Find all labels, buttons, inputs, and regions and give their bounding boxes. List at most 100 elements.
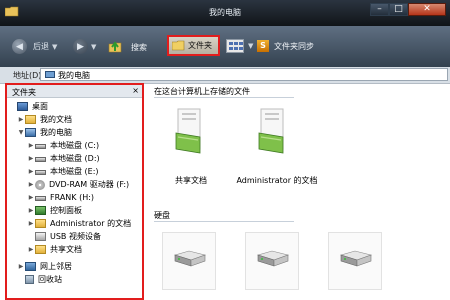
hard-drive-icon xyxy=(173,250,207,267)
tree-item-label: FRANK (H:) xyxy=(50,193,95,202)
tree-item-label: DVD-RAM 驱动器 (F:) xyxy=(49,180,130,189)
computer-icon xyxy=(45,71,55,78)
hard-disk-c[interactable] xyxy=(162,232,216,290)
tree-item-label: USB 视频设备 xyxy=(50,232,101,241)
tree-item-label: 网上邻居 xyxy=(40,262,72,271)
expand-icon[interactable]: ▶ xyxy=(27,155,35,162)
search-label: 搜索 xyxy=(131,43,147,52)
section-divider xyxy=(154,97,294,98)
close-icon[interactable]: × xyxy=(132,86,139,95)
maximize-button[interactable]: □ xyxy=(389,3,408,16)
expand-icon[interactable]: ▶ xyxy=(27,220,35,227)
hard-drive-icon xyxy=(35,144,46,149)
back-button[interactable]: ◀ 后退 ▼ xyxy=(12,39,57,54)
search-button[interactable]: 搜索 xyxy=(131,42,147,53)
expand-icon[interactable]: ▶ xyxy=(27,207,35,214)
views-button[interactable] xyxy=(226,39,244,53)
minimize-button[interactable]: – xyxy=(370,3,389,16)
tree-item-my-documents[interactable]: ▶ 我的文档 xyxy=(17,113,72,126)
hard-drive-icon xyxy=(339,250,373,267)
tree-item-label: 本地磁盘 (D:) xyxy=(50,154,100,163)
shared-folder-icon xyxy=(35,245,46,254)
folders-pane: 文件夹 × 桌面 ▶ 我的文档 ▼ 我的电脑 ▶ 本地磁盘 (C:) ▶ 本地磁… xyxy=(5,83,144,300)
maximize-icon: □ xyxy=(394,4,403,14)
forward-button[interactable]: ▶ ▼ xyxy=(73,39,96,54)
tree-item-desktop[interactable]: 桌面 xyxy=(9,100,48,113)
hard-drive-icon xyxy=(256,250,290,267)
shared-documents-folder-icon[interactable] xyxy=(170,107,210,155)
tree-item-label: 桌面 xyxy=(32,102,48,111)
folders-label: 文件夹 xyxy=(188,41,212,50)
tree-item-dvd-f[interactable]: ▶ DVD-RAM 驱动器 (F:) xyxy=(27,178,129,191)
tree-item-recycle-bin[interactable]: 回收站 xyxy=(17,273,62,286)
usb-video-icon xyxy=(35,232,46,241)
shared-documents-label[interactable]: 共享文档 xyxy=(141,175,241,186)
folder-sync-button[interactable]: S 文件夹同步 xyxy=(257,40,314,52)
close-button[interactable]: ✕ xyxy=(408,3,446,16)
folders-button[interactable]: 文件夹 xyxy=(167,35,220,56)
tree-item-label: 共享文档 xyxy=(50,245,82,254)
recycle-bin-icon xyxy=(25,275,34,284)
forward-arrow-icon: ▶ xyxy=(73,39,88,54)
control-panel-icon xyxy=(35,206,46,215)
expand-icon[interactable]: ▶ xyxy=(27,142,35,149)
section-divider xyxy=(154,221,294,222)
admin-documents-label[interactable]: Administrator 的文档 xyxy=(227,175,327,186)
tree-item-label: Administrator 的文档 xyxy=(50,219,132,228)
title-bar: 我的电脑 – □ ✕ xyxy=(0,0,450,26)
computer-icon xyxy=(25,128,36,137)
address-label: 地址(D) xyxy=(13,71,42,80)
desktop-icon xyxy=(17,102,28,111)
close-icon: ✕ xyxy=(423,4,431,14)
tree-item-drive-e[interactable]: ▶ 本地磁盘 (E:) xyxy=(27,165,99,178)
chevron-down-icon: ▼ xyxy=(52,42,58,51)
documents-folder-icon xyxy=(35,219,46,228)
tree-item-shared-documents[interactable]: ▶ 共享文档 xyxy=(27,243,82,256)
tree-item-label: 回收站 xyxy=(38,275,62,284)
sync-label: 文件夹同步 xyxy=(274,41,314,51)
tree-item-label: 控制面板 xyxy=(50,206,82,215)
back-label: 后退 xyxy=(33,42,49,51)
tree-item-network[interactable]: ▶ 网上邻居 xyxy=(17,260,72,273)
tree-item-control-panel[interactable]: ▶ 控制面板 xyxy=(27,204,82,217)
hard-disk-d[interactable] xyxy=(245,232,299,290)
admin-documents-folder-icon[interactable] xyxy=(253,107,293,155)
documents-folder-icon xyxy=(25,115,36,124)
back-arrow-icon: ◀ xyxy=(12,39,27,54)
sync-icon: S xyxy=(257,40,269,52)
expand-icon[interactable]: ▶ xyxy=(27,194,35,201)
network-icon xyxy=(25,262,36,271)
expand-icon[interactable]: ▶ xyxy=(17,263,25,270)
stored-files-heading: 在这台计算机上存储的文件 xyxy=(154,87,250,96)
up-folder-icon xyxy=(108,41,122,53)
tree-item-frank-h[interactable]: ▶ FRANK (H:) xyxy=(27,191,94,204)
up-folder-button[interactable] xyxy=(108,39,122,53)
address-field[interactable]: 我的电脑 xyxy=(40,68,448,81)
tree-item-label: 我的文档 xyxy=(40,115,72,124)
tree-item-usb-video[interactable]: USB 视频设备 xyxy=(27,230,101,243)
hard-disk-e[interactable] xyxy=(328,232,382,290)
folders-pane-title: 文件夹 xyxy=(12,88,36,97)
tree-item-admin-documents[interactable]: ▶ Administrator 的文档 xyxy=(27,217,131,230)
chevron-down-icon: ▼ xyxy=(91,42,97,51)
address-value: 我的电脑 xyxy=(58,71,90,80)
hard-drive-icon xyxy=(35,170,46,175)
expand-icon[interactable]: ▶ xyxy=(27,246,35,253)
folders-pane-header: 文件夹 × xyxy=(7,85,142,98)
views-dropdown-icon[interactable]: ▼ xyxy=(248,42,253,50)
tree-item-drive-d[interactable]: ▶ 本地磁盘 (D:) xyxy=(27,152,100,165)
tree-item-drive-c[interactable]: ▶ 本地磁盘 (C:) xyxy=(27,139,99,152)
tree-item-label: 我的电脑 xyxy=(40,128,72,137)
expand-icon[interactable]: ▶ xyxy=(27,168,35,175)
tree-item-label: 本地磁盘 (C:) xyxy=(50,141,100,150)
expand-icon[interactable]: ▶ xyxy=(17,116,25,123)
removable-drive-icon xyxy=(35,196,46,201)
collapse-icon[interactable]: ▼ xyxy=(17,129,25,136)
minimize-icon: – xyxy=(377,4,382,14)
tree-item-my-computer[interactable]: ▼ 我的电脑 xyxy=(17,126,72,139)
expand-icon[interactable]: ▶ xyxy=(27,181,35,188)
tree-item-label: 本地磁盘 (E:) xyxy=(50,167,99,176)
folder-icon xyxy=(172,40,185,51)
hard-disks-heading: 硬盘 xyxy=(154,211,170,220)
address-bar: 地址(D) 我的电脑 xyxy=(0,67,450,84)
